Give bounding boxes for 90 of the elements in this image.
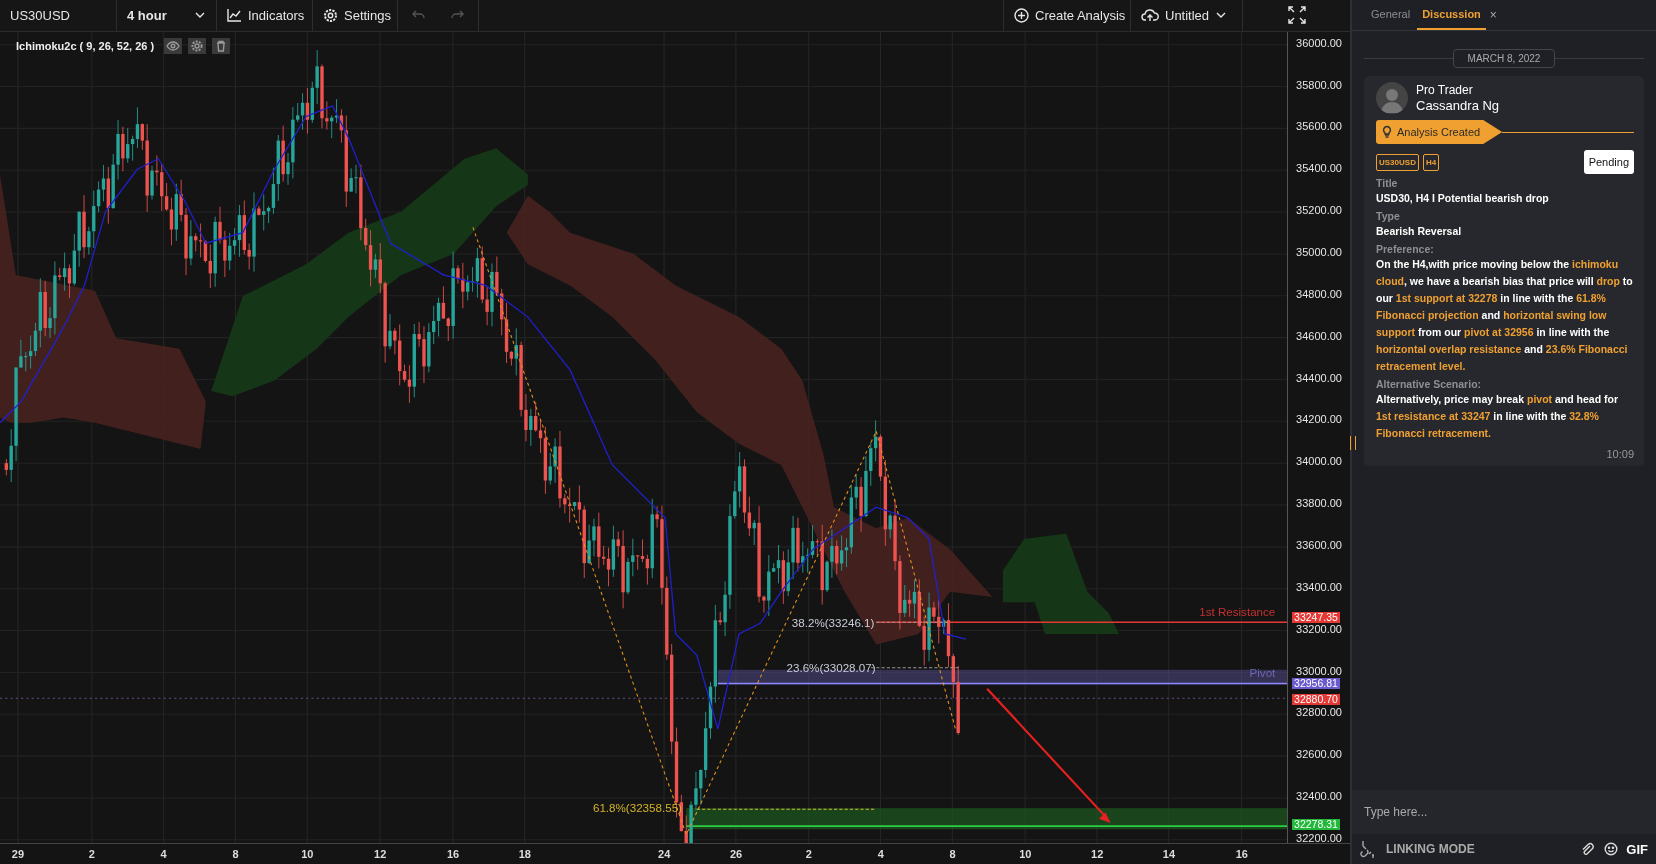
time-axis-label: 26 [729,847,743,860]
price-axis-label: 33800.00 [1296,497,1342,510]
field-value: Alternatively, price may break pivot and head for 1st resistance at 33247 in line with the 32.8% Fibonacci retracement. [1376,392,1619,441]
price-tag: 33247.35 [1292,611,1340,623]
indicator-legend: Ichimoku2c ( 9, 26, 52, 26 ) [16,39,155,52]
time-axis-label: 10 [301,847,314,860]
resize-handle-icon[interactable] [1350,436,1356,450]
field-label: Title [1376,177,1399,189]
price-axis-label: 35600.00 [1296,120,1342,133]
settings-button[interactable] [188,37,207,54]
panel-tab[interactable]: General [1366,0,1416,30]
settings-button[interactable]: Settings [313,0,398,31]
price-axis-label: 34400.00 [1296,371,1342,384]
smiley-icon [1604,842,1619,856]
author-name: Cassandra Ng [1416,98,1500,113]
pending-button[interactable]: Pending [1583,150,1634,174]
price-axis-label: 32400.00 [1296,790,1342,803]
price-axis-label: 32200.00 [1296,831,1342,844]
time-axis-label: 4 [877,847,884,860]
symbol-tag: H4 [1422,153,1440,171]
price-axis-label: 33000.00 [1296,664,1342,677]
field-value: Bearish Reversal [1376,224,1463,239]
time-axis-label: 2 [88,847,95,860]
message-input[interactable]: Type here... [1352,790,1656,834]
time-axis-label: 24 [658,847,671,860]
time-axis-label: 2 [805,847,812,860]
chart-label: Pivot [1249,666,1276,679]
time-axis-label: 12 [374,847,387,860]
price-axis-label: 35000.00 [1296,246,1342,259]
time-axis-label: 12 [1091,847,1104,860]
chart-line-icon [227,8,242,23]
price-axis-label: 33600.00 [1296,539,1342,551]
symbol-tag: US30USD [1376,153,1419,171]
time-axis-label: 8 [949,847,956,860]
chart-label: 1st Resistance [1199,604,1276,618]
chart-label: 38.2%(33246.1) [791,615,875,629]
time-axis-label: 10 [1019,847,1032,860]
price-axis-label: 35800.00 [1296,78,1342,91]
price-axis-label: 32800.00 [1296,706,1342,719]
link-icon [1360,840,1376,858]
time-axis-label: 29 [11,847,25,860]
price-axis-label: 33400.00 [1296,580,1342,593]
layout-dropdown[interactable]: Untitled [1131,0,1243,31]
price-axis-label: 34200.00 [1296,413,1342,426]
indicators-button[interactable]: Indicators [217,0,313,31]
price-axis-label: 35400.00 [1296,162,1342,175]
time-axis-label: 8 [232,847,239,860]
price-axis-label: 34600.00 [1296,329,1342,342]
fullscreen-icon [1287,6,1306,25]
price-axis-label: 36000.00 [1296,36,1342,49]
eye-button[interactable] [164,37,183,54]
time-axis-label: 18 [518,847,531,860]
interval-dropdown[interactable]: 4 hour [117,0,217,31]
panel-tab[interactable]: Discussion [1417,0,1486,30]
cloud-upload-icon [1141,8,1159,23]
time-axis-label: 4 [160,847,167,860]
create-analysis-button[interactable]: Create Analysis [1003,0,1131,31]
paperclip-icon [1580,842,1595,856]
price-axis-label: 34000.00 [1296,455,1342,468]
field-label: Alternative Scenario: [1376,378,1483,390]
field-label: Preference: [1376,243,1435,255]
settings-icon [190,38,205,53]
time-axis-label: 16 [446,847,460,860]
chart-label: 23.6%(33028.07) [786,660,876,674]
trash-button[interactable] [212,37,231,54]
field-value: USD30, H4 I Potential bearish drop [1376,191,1550,206]
price-tag: 32278.31 [1292,818,1340,830]
date-separator: MARCH 8, 2022 [1452,49,1556,68]
plus-circle-icon [1014,7,1029,23]
time-axis-label: 16 [1235,847,1248,860]
author-role: Pro Trader [1416,83,1474,98]
price-tag: 32880.70 [1292,693,1340,705]
field-value: On the H4,with price moving below the ichimoku cloud, we have a bearish bias that price will drop to our 1st support at 32278 in line with the 61.8% Fibonacci projection and horizontal swing low support from our pivot at 32956 in line with the horizontal overlap resistance and 23.6% Fibonacci retracement level. [1376,257,1634,374]
banner-label: Analysis Created [1397,126,1481,138]
linking-mode-button[interactable]: LINKING MODE [1360,840,1475,858]
field-label: Type [1376,210,1401,222]
eye-icon [166,38,181,53]
avatar [1376,82,1408,114]
price-axis-label: 34800.00 [1296,287,1342,300]
lightbulb-icon [1381,125,1393,139]
gif-button[interactable]: GIF [1626,841,1648,857]
price-axis-label: 35200.00 [1296,204,1342,217]
close-button[interactable]: × [1487,0,1503,30]
settings-icon [323,7,338,23]
price-tag: 32956.81 [1292,678,1340,690]
message-time: 10:09 [1606,448,1634,460]
time-axis-label: 14 [1162,847,1176,860]
price-axis-label: 32600.00 [1296,748,1342,761]
symbol-selector[interactable]: US30USD [0,0,117,31]
price-axis-label: 33200.00 [1296,622,1342,635]
